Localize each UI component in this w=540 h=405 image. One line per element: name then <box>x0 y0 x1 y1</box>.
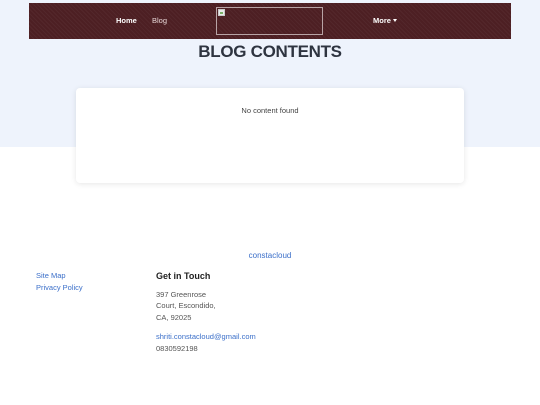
footer-sitemap-link[interactable]: Site Map <box>36 271 66 280</box>
nav-blog-link[interactable]: Blog <box>152 16 167 25</box>
empty-state-message: No content found <box>241 106 299 115</box>
caret-down-icon <box>392 19 397 22</box>
address-line: CA, 92025 <box>156 313 192 322</box>
contact-phone: 0830592198 <box>156 344 198 353</box>
footer-brand-link[interactable]: constacloud <box>0 251 540 260</box>
page-title: BLOG CONTENTS <box>198 42 342 61</box>
nav-more-label: More <box>373 16 391 25</box>
nav-more-dropdown[interactable]: More <box>373 16 397 25</box>
contact-heading: Get in Touch <box>156 271 211 281</box>
broken-image-icon <box>218 9 225 16</box>
footer-privacy-link[interactable]: Privacy Policy <box>36 283 83 292</box>
address-line: Court, Escondido, <box>156 301 216 310</box>
address-line: 397 Greenrose <box>156 290 207 299</box>
site-logo[interactable] <box>216 7 323 35</box>
nav-home-link[interactable]: Home <box>116 16 137 25</box>
blog-content-card: No content found <box>76 88 464 183</box>
contact-email-link[interactable]: shriti.constacloud@gmail.com <box>156 332 256 341</box>
top-navbar: Home Blog More <box>29 3 511 39</box>
